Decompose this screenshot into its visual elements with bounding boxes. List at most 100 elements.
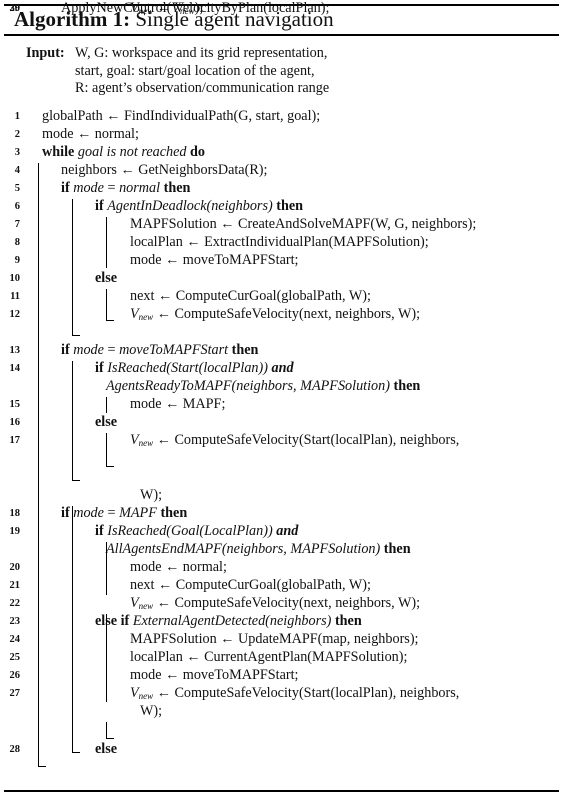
- line-number: 11: [10, 291, 20, 302]
- keyword: else: [95, 270, 118, 286]
- code-line: else: [95, 741, 117, 758]
- line-number: 8: [14, 237, 20, 248]
- code-line: mode ← moveToMAPFStart;: [130, 667, 298, 684]
- line-number: 5: [14, 183, 20, 194]
- code-line: globalPath ← FindIndividualPath(G, start…: [42, 108, 320, 125]
- if-block-bar: [72, 199, 73, 335]
- block-end-tick: [106, 466, 114, 467]
- input-line: W, G: workspace and its grid representat…: [75, 45, 328, 61]
- condition: mode: [73, 342, 104, 358]
- code-text: ApplyNewControl(: [61, 0, 172, 16]
- else-block-bar: [106, 433, 107, 466]
- line-number: 12: [9, 309, 21, 320]
- code-line: else: [95, 270, 117, 287]
- line-number: 18: [9, 508, 21, 519]
- code-text: mode ← normal;: [42, 126, 139, 142]
- keyword: do: [190, 144, 206, 160]
- line-number: 15: [9, 399, 21, 410]
- keyword: then: [276, 198, 304, 214]
- block-end-tick: [72, 335, 80, 336]
- condition: IsReached(Goal(LocalPlan)): [107, 523, 273, 539]
- code-line: mode ← MAPF;: [130, 396, 225, 413]
- block-end-tick: [106, 320, 114, 321]
- line-number: 14: [9, 363, 21, 374]
- code-line: if mode = MAPF then: [61, 505, 187, 522]
- code-text: );: [194, 0, 204, 16]
- keyword: then: [334, 613, 362, 629]
- code-line: if AgentInDeadlock(neighbors) then: [95, 198, 303, 215]
- code-text: =: [103, 505, 120, 521]
- code-text: next ← ComputeCurGoal(globalPath, W);: [130, 288, 371, 304]
- line-number: 26: [9, 670, 21, 681]
- keyword: then: [163, 180, 191, 196]
- code-line: mode ← moveToMAPFStart;: [130, 252, 298, 269]
- code-line: AllAgentsEndMAPF(neighbors, MAPFSolution…: [106, 541, 411, 558]
- keyword: else: [95, 741, 118, 757]
- line-number: 7: [14, 219, 20, 230]
- code-line: next ← ComputeCurGoal(globalPath, W);: [130, 577, 371, 594]
- code-line: ApplyNewControl(Vnew);: [61, 0, 203, 20]
- line-number: 13: [9, 345, 21, 356]
- line-number: 1: [14, 111, 20, 122]
- condition: moveToMAPFStart: [119, 342, 229, 358]
- code-line: if mode = normal then: [61, 180, 190, 197]
- line-number: 24: [9, 634, 21, 645]
- code-line: MAPFSolution ← UpdateMAPF(map, neighbors…: [130, 631, 419, 648]
- code-text: MAPFSolution ← CreateAndSolveMAPF(W, G, …: [130, 216, 477, 232]
- while-block-bar: [38, 163, 39, 766]
- velocity-symbol: Vnew: [130, 685, 154, 701]
- velocity-symbol: Vnew: [130, 432, 154, 448]
- code-line: else: [95, 414, 117, 431]
- code-line: MAPFSolution ← CreateAndSolveMAPF(W, G, …: [130, 216, 476, 233]
- keyword: then: [383, 541, 411, 557]
- code-text: globalPath ← FindIndividualPath(G, start…: [42, 108, 321, 124]
- code-line: mode ← normal;: [42, 126, 139, 143]
- line-number: 25: [9, 652, 21, 663]
- condition: IsReached(Start(localPlan)): [107, 360, 268, 376]
- line-number: 22: [9, 598, 21, 609]
- block-end-tick: [72, 480, 80, 481]
- condition: mode: [73, 505, 104, 521]
- code-line: W);: [140, 703, 162, 720]
- keyword: if: [61, 505, 70, 521]
- code-text: mode ← moveToMAPFStart;: [130, 667, 299, 683]
- code-line: Vnew ← ComputeSafeVelocity(next, neighbo…: [130, 306, 420, 326]
- keyword: else if: [95, 613, 130, 629]
- keyword: and: [271, 360, 294, 376]
- code-line: neighbors ← GetNeighborsData(R);: [61, 162, 267, 179]
- keyword: if: [61, 342, 70, 358]
- keyword: if: [95, 198, 104, 214]
- code-line: Vnew ← ComputeSafeVelocity(next, neighbo…: [130, 595, 420, 615]
- code-line: Vnew ← ComputeSafeVelocity(Start(localPl…: [130, 432, 459, 452]
- keyword: then: [393, 378, 421, 394]
- line-number: 3: [14, 147, 20, 158]
- block-end-tick: [38, 766, 46, 767]
- line-number: 20: [9, 562, 21, 573]
- line-number: 16: [9, 417, 21, 428]
- code-line: next ← ComputeCurGoal(globalPath, W);: [130, 288, 371, 305]
- code-text: neighbors ← GetNeighborsData(R);: [61, 162, 268, 178]
- line-number: 30: [9, 3, 21, 14]
- else-block-bar: [106, 722, 107, 738]
- code-text: localPlan ← ExtractIndividualPlan(MAPFSo…: [130, 234, 429, 250]
- input-line: R: agent’s observation/communication ran…: [75, 80, 330, 96]
- bottom-rule: [4, 790, 559, 792]
- condition: AgentsReadyToMAPF(neighbors, MAPFSolutio…: [106, 378, 390, 394]
- line-number: 28: [9, 744, 21, 755]
- block-end-tick: [106, 738, 114, 739]
- code-line: else if ExternalAgentDetected(neighbors)…: [95, 613, 362, 630]
- input-line: start, goal: start/goal location of the …: [75, 62, 315, 79]
- else-block-bar: [106, 289, 107, 320]
- code-text: mode ← moveToMAPFStart;: [130, 252, 299, 268]
- then-block-bar: [106, 397, 107, 413]
- keyword: else: [95, 414, 118, 430]
- condition: AgentInDeadlock(neighbors): [107, 198, 273, 214]
- velocity-symbol: Vnew: [171, 0, 195, 16]
- line-number: 9: [14, 255, 20, 266]
- condition: AllAgentsEndMAPF(neighbors, MAPFSolution…: [106, 541, 381, 557]
- code-line: localPlan ← CurrentAgentPlan(MAPFSolutio…: [130, 649, 407, 666]
- line-number: 10: [9, 273, 21, 284]
- condition: mode: [73, 180, 104, 196]
- keyword: then: [231, 342, 259, 358]
- keyword: if: [95, 360, 104, 376]
